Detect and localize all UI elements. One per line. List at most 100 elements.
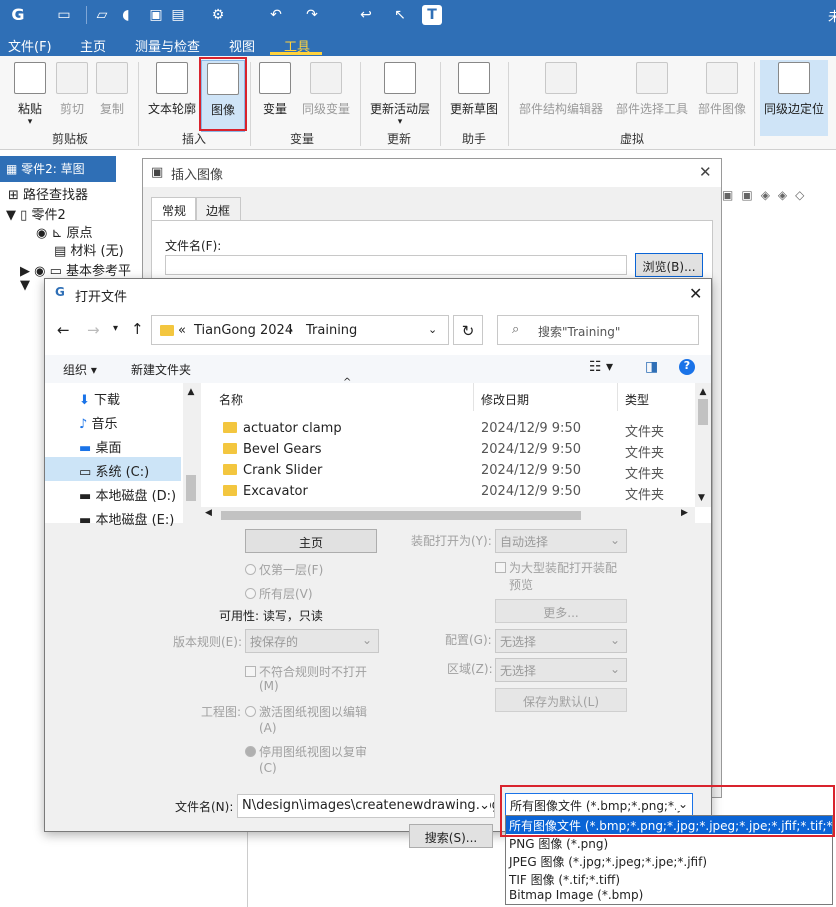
config-select[interactable]: 无选择 ⌄	[495, 629, 627, 653]
filename-input[interactable]	[165, 255, 627, 275]
nav-downloads[interactable]: ⬇ 下载	[79, 389, 120, 408]
nav-scrollbar[interactable]: ▲	[183, 383, 199, 523]
open-icon[interactable]: ▱	[92, 5, 112, 25]
breadcrumb-training[interactable]: Training	[306, 323, 357, 338]
filetype-option-bmp[interactable]: Bitmap Image (*.bmp)	[506, 887, 832, 905]
tab-border[interactable]: 边框	[195, 197, 242, 221]
new-folder-button[interactable]: 新建文件夹	[131, 361, 191, 378]
update-active-layer-button[interactable]: 更新活动层 ▾	[366, 60, 434, 136]
search-button[interactable]: 搜索(S)...	[409, 824, 493, 848]
redo-icon[interactable]: ↷	[302, 5, 322, 25]
filename-input[interactable]: N\design\images\createnewdrawing.jpg ⌄	[237, 794, 495, 818]
save-default-button[interactable]: 保存为默认(L)	[495, 688, 627, 712]
horizontal-scrollbar[interactable]: ◀ ▶	[201, 507, 695, 523]
text-profile-button[interactable]: 文本轮廓	[144, 60, 200, 136]
tree-item-origin[interactable]: ◉ ⊾ 原点	[36, 222, 93, 241]
chevron-down-icon[interactable]: ⌄	[428, 323, 437, 336]
recent-chevron-icon[interactable]: ▾	[113, 323, 118, 334]
chevron-down-icon[interactable]: ⌄	[479, 798, 490, 813]
back-icon[interactable]: ↩	[356, 5, 376, 25]
nav-disk-d[interactable]: ▬ 本地磁盘 (D:)	[79, 485, 176, 504]
tree-item-ref-planes[interactable]: ▶ ◉ ▭ 基本参考平	[20, 260, 131, 279]
part-select-tool-button[interactable]: 部件选择工具	[612, 60, 692, 136]
radio-all-levels[interactable]: 所有层(V)	[245, 585, 313, 602]
view-icon[interactable]: ◈	[778, 188, 795, 202]
column-date[interactable]: 修改日期	[481, 391, 529, 408]
nav-desktop[interactable]: ▬ 桌面	[79, 437, 121, 456]
filetype-option-all[interactable]: 所有图像文件 (*.bmp;*.png;*.jpg;*.jpeg;*.jpe;*…	[506, 816, 836, 834]
view-icon[interactable]: ◈	[761, 188, 778, 202]
filetype-option-png[interactable]: PNG 图像 (*.png)	[506, 834, 832, 852]
tree-item-material[interactable]: ▤ 材料 (无)	[54, 240, 124, 259]
image-button[interactable]: 图像	[201, 60, 245, 132]
settings-icon[interactable]: ⚙	[208, 5, 228, 25]
file-row[interactable]: Crank Slider	[223, 463, 322, 478]
peer-variables-button[interactable]: 同级变量	[298, 60, 354, 136]
cut-button[interactable]: 剪切	[54, 60, 90, 136]
nav-system-c[interactable]: ▭ 系统 (C:)	[45, 457, 181, 481]
preview-pane-icon[interactable]: ◨	[645, 359, 658, 375]
version-rule-select[interactable]: 按保存的 ⌄	[245, 629, 379, 653]
file-row[interactable]: Excavator	[223, 484, 308, 499]
browse-button[interactable]: 浏览(B)...	[635, 253, 703, 277]
address-bar[interactable]: « TianGong 2024 › Training ⌄	[151, 315, 449, 345]
view-icon[interactable]: ▣	[741, 188, 760, 202]
filetype-option-jpeg[interactable]: JPEG 图像 (*.jpg;*.jpeg;*.jpe;*.jfif)	[506, 852, 832, 870]
more-button[interactable]: 更多...	[495, 599, 627, 623]
chevron-down-icon[interactable]: ⌄	[675, 797, 688, 811]
organize-button[interactable]: 组织 ▾	[63, 361, 97, 378]
view-icon[interactable]: ◇	[795, 188, 812, 202]
menu-home[interactable]: 主页	[80, 36, 106, 55]
new-icon[interactable]: ▭	[54, 5, 74, 25]
save-as-icon[interactable]: ▤	[168, 5, 188, 25]
radio-activate[interactable]: 激活图纸视图以编辑	[245, 703, 367, 720]
asm-open-select[interactable]: 自动选择 ⌄	[495, 529, 627, 553]
nav-music[interactable]: ♪ 音乐	[79, 413, 117, 432]
filetype-option-tif[interactable]: TIF 图像 (*.tif;*.tiff)	[506, 870, 832, 888]
tree-item-collapsed[interactable]: ▼	[20, 278, 30, 293]
breadcrumb-root[interactable]: «	[178, 323, 186, 338]
close-icon[interactable]: ✕	[689, 284, 702, 303]
tab-general[interactable]: 常规	[151, 197, 198, 221]
variables-button[interactable]: 变量	[256, 60, 294, 136]
search-box[interactable]: ⌕ 搜索"Training"	[497, 315, 699, 345]
menu-file[interactable]: 文件(F)	[8, 36, 52, 55]
select-icon[interactable]: ↖	[390, 5, 410, 25]
close-icon[interactable]: ✕	[699, 163, 712, 181]
update-sketch-button[interactable]: 更新草图	[446, 60, 502, 136]
up-arrow-icon[interactable]: ↑	[131, 320, 144, 338]
column-type[interactable]: 类型	[625, 391, 649, 408]
zone-select[interactable]: 无选择 ⌄	[495, 658, 627, 682]
save-icon[interactable]: ▣	[146, 5, 166, 25]
breadcrumb-tiangong[interactable]: TianGong 2024	[194, 323, 293, 338]
view-icon[interactable]: ▣	[722, 188, 741, 202]
home-button[interactable]: 主页	[245, 529, 377, 553]
menu-measure[interactable]: 测量与检查	[135, 36, 200, 55]
document-tab[interactable]: ▦ 零件2: 草图	[0, 156, 116, 182]
file-row[interactable]: Bevel Gears	[223, 442, 322, 457]
radio-first-level[interactable]: 仅第一层(F)	[245, 561, 323, 578]
nav-disk-e[interactable]: ▬ 本地磁盘 (E:)	[79, 509, 174, 528]
vertical-scrollbar[interactable]: ▲ ▼	[695, 383, 711, 507]
part-image-button[interactable]: 部件图像	[694, 60, 750, 136]
undo-icon[interactable]: ↶	[266, 5, 286, 25]
filetype-select[interactable]: 所有图像文件 (*.bmp;*.png;*.j ⌄	[505, 793, 693, 817]
file-row[interactable]: actuator clamp	[223, 421, 342, 436]
menu-view[interactable]: 视图	[229, 36, 255, 55]
back-arrow-icon[interactable]: ←	[57, 321, 70, 339]
pin-icon[interactable]: ◖	[116, 5, 136, 25]
paste-button[interactable]: 粘贴 ▾	[8, 60, 52, 136]
radio-deactivate[interactable]: 停用图纸视图以复审	[245, 743, 367, 760]
view-options-icon[interactable]: ☷ ▾	[589, 359, 613, 375]
large-asm-checkbox[interactable]: 为大型装配打开装配	[495, 559, 617, 576]
copy-button[interactable]: 复制	[94, 60, 130, 136]
refresh-button[interactable]: ↻	[453, 315, 483, 345]
t-icon[interactable]: T	[422, 5, 442, 25]
logo-icon[interactable]: G	[8, 5, 28, 25]
column-name[interactable]: 名称	[219, 391, 243, 408]
peer-edge-locate-button[interactable]: 同级边定位	[760, 60, 828, 136]
forward-arrow-icon[interactable]: →	[87, 321, 100, 339]
part-structure-editor-button[interactable]: 部件结构编辑器	[514, 60, 608, 136]
help-icon[interactable]: ?	[679, 359, 695, 375]
checkbox-no-open[interactable]: 不符合规则时不打开	[245, 663, 367, 680]
